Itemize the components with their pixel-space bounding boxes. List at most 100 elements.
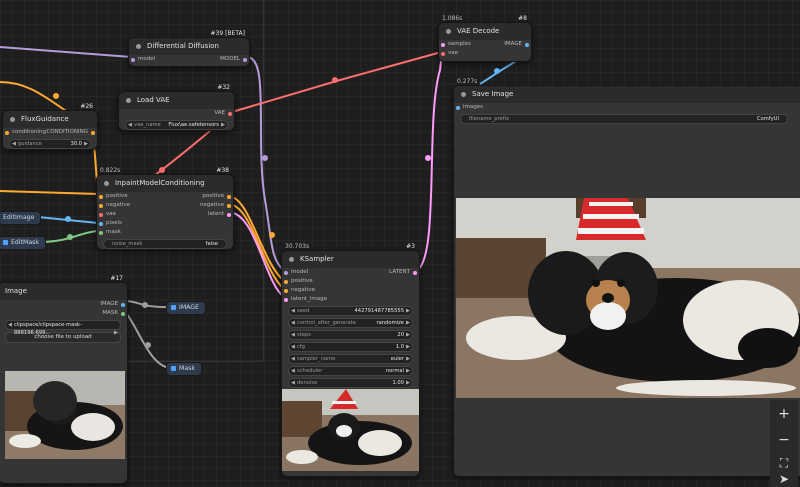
noise-mask-toggle[interactable]: noise_mask false <box>103 239 227 249</box>
node-type-icon <box>3 239 8 245</box>
node-title[interactable]: Load VAE <box>119 92 234 109</box>
collapse-dot-icon[interactable] <box>126 98 131 103</box>
node-id: #39 [BETA] <box>210 30 245 37</box>
io-row: latent_image <box>282 295 419 304</box>
node-title[interactable]: Save Image <box>454 86 800 103</box>
io-row: pixels <box>97 219 233 228</box>
node-type-icon <box>171 365 176 371</box>
vae-name-select[interactable]: ◀ vae_name Flux\ae.safetensors ▶ <box>125 120 228 130</box>
scheduler-select[interactable]: ◀ scheduler normal ▶ <box>288 366 413 376</box>
io-row: positive positive <box>97 192 233 201</box>
denoise-number[interactable]: ◀ denoise 1.00 ▶ <box>288 378 413 388</box>
node-timer: 30.703s <box>285 243 310 250</box>
input-socket[interactable] <box>99 212 103 217</box>
io-row: negative negative <box>97 201 233 210</box>
mask-output-chip[interactable]: Mask <box>166 362 202 376</box>
node-timer: 0.822s <box>100 167 121 174</box>
seed-number[interactable]: ◀ seed 442791487785555 ▶ <box>288 306 413 316</box>
input-socket[interactable] <box>441 51 445 56</box>
node-inpaint-model-conditioning[interactable]: 0.822s #38 InpaintModelConditioning posi… <box>96 167 234 250</box>
node-differential-diffusion[interactable]: #39 [BETA] Differential Diffusion model … <box>128 30 250 67</box>
edit-image-chip[interactable]: EditImage <box>0 211 42 225</box>
input-socket[interactable] <box>99 203 103 208</box>
io-row: samples IMAGE <box>439 40 531 49</box>
input-socket[interactable] <box>284 297 288 302</box>
input-socket[interactable] <box>99 221 103 226</box>
node-title[interactable]: FluxGuidance <box>3 111 97 128</box>
arrow-right-icon[interactable]: ▶ <box>221 121 225 129</box>
node-id: #32 <box>217 84 230 91</box>
pointer-icon[interactable]: ➤ <box>770 472 798 487</box>
input-socket[interactable] <box>456 105 460 110</box>
input-socket[interactable] <box>284 279 288 284</box>
node-title[interactable]: InpaintModelConditioning <box>97 175 233 192</box>
collapse-dot-icon[interactable] <box>446 29 451 34</box>
collapse-dot-icon[interactable] <box>461 92 466 97</box>
io-row: negative <box>282 286 419 295</box>
node-timer: 1.086s <box>442 15 463 22</box>
image-output-chip[interactable]: IMAGE <box>166 301 206 315</box>
node-title[interactable]: Differential Diffusion <box>129 38 249 55</box>
input-socket[interactable] <box>99 194 103 199</box>
output-socket[interactable] <box>243 57 247 62</box>
input-socket[interactable] <box>284 288 288 293</box>
node-id: #3 <box>406 243 415 250</box>
zoom-in-icon[interactable]: + <box>770 400 798 428</box>
output-socket[interactable] <box>91 130 95 135</box>
filename-prefix-input[interactable]: filename_prefix ComfyUI <box>460 114 788 124</box>
arrow-right-icon[interactable]: ▶ <box>84 140 88 148</box>
node-title[interactable]: VAE Decode <box>439 23 531 40</box>
arrow-left-icon[interactable]: ◀ <box>8 321 12 329</box>
input-socket[interactable] <box>284 270 288 275</box>
arrow-left-icon[interactable]: ◀ <box>12 140 16 148</box>
output-socket[interactable] <box>227 194 231 199</box>
node-flux-guidance[interactable]: #26 FluxGuidance conditioning CONDITIONI… <box>2 103 98 150</box>
io-row: vae latent <box>97 210 233 219</box>
steps-number[interactable]: ◀ steps 20 ▶ <box>288 330 413 340</box>
node-type-icon <box>171 304 176 310</box>
node-title[interactable]: Image <box>0 283 127 300</box>
node-id: #26 <box>80 103 93 110</box>
input-socket[interactable] <box>5 130 9 135</box>
input-socket[interactable] <box>99 230 103 235</box>
input-image-preview <box>5 371 125 459</box>
output-socket[interactable] <box>121 302 125 307</box>
guidance-number[interactable]: ◀ guidance 30.0 ▶ <box>9 139 91 149</box>
input-socket[interactable] <box>441 42 445 47</box>
node-load-vae[interactable]: #32 Load VAE VAE ◀ vae_name Flux\ae.safe… <box>118 84 235 131</box>
node-ksampler[interactable]: 30.703s #3 KSampler model LATENT positiv… <box>281 243 420 477</box>
collapse-dot-icon[interactable] <box>289 257 294 262</box>
collapse-dot-icon[interactable] <box>136 44 141 49</box>
image-file-select[interactable]: ◀ clipspace/clipspace-mask-888196.699...… <box>5 320 121 336</box>
node-timer: 0.277s <box>457 78 478 85</box>
io-row: VAE <box>119 109 234 118</box>
output-socket[interactable] <box>227 203 231 208</box>
output-socket[interactable] <box>227 212 231 217</box>
io-row: MASK <box>0 309 127 318</box>
node-load-image[interactable]: #17 Image IMAGE MASK ◀ clipspace/clipspa… <box>0 275 128 484</box>
control-after-generate-select[interactable]: ◀ control_after_generate randomize ▶ <box>288 318 413 328</box>
io-row: model MODEL <box>129 55 249 64</box>
arrow-right-icon[interactable]: ▶ <box>114 329 118 337</box>
io-row: mask <box>97 228 233 237</box>
collapse-dot-icon[interactable] <box>10 117 15 122</box>
io-row: images <box>454 103 800 112</box>
io-row: IMAGE <box>0 300 127 309</box>
sampler-name-select[interactable]: ◀ sampler_name euler ▶ <box>288 354 413 364</box>
collapse-dot-icon[interactable] <box>104 181 109 186</box>
io-row: conditioning CONDITIONING <box>3 128 97 137</box>
node-save-image[interactable]: 0.277s Save Image images filename_prefix… <box>453 78 800 477</box>
output-socket[interactable] <box>228 111 232 116</box>
node-id: #38 <box>216 167 229 174</box>
output-socket[interactable] <box>525 42 529 47</box>
output-socket[interactable] <box>121 311 125 316</box>
edit-mask-chip[interactable]: EditMask <box>0 236 46 250</box>
node-title[interactable]: KSampler <box>282 251 419 268</box>
input-socket[interactable] <box>131 57 135 62</box>
node-id: #8 <box>518 15 527 22</box>
output-socket[interactable] <box>413 270 417 275</box>
cfg-number[interactable]: ◀ cfg 1.0 ▶ <box>288 342 413 352</box>
node-vae-decode[interactable]: 1.086s #8 VAE Decode samples IMAGE vae <box>438 15 532 62</box>
arrow-left-icon[interactable]: ◀ <box>128 121 132 129</box>
io-row: vae <box>439 49 531 58</box>
